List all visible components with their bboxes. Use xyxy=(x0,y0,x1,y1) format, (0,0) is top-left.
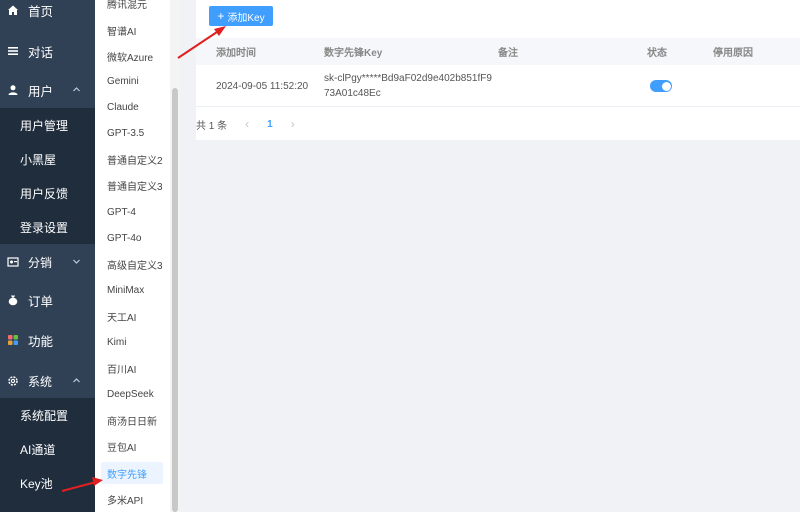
column-header-status: 状态 xyxy=(647,48,667,59)
channel-item-active[interactable]: 数字先锋 xyxy=(101,462,163,484)
apps-icon xyxy=(6,333,20,347)
main-sidebar: 首页 对话 用户 用户管理 小黑屋 用户反馈 登录设置 分销 订单 功能 系统 … xyxy=(0,0,95,512)
sidebar-item-system[interactable]: 系统 xyxy=(0,364,95,398)
add-key-button[interactable]: + 添加Key xyxy=(209,6,273,26)
sidebar-sub-ai-channels[interactable]: AI通道 xyxy=(0,432,95,466)
sidebar-item-home[interactable]: 首页 xyxy=(0,0,95,27)
channel-item[interactable]: 普通自定义3 xyxy=(95,174,165,196)
sidebar-sub-login-settings[interactable]: 登录设置 xyxy=(0,210,95,244)
sidebar-sub-blacklist[interactable]: 小黑屋 xyxy=(0,142,95,176)
sidebar-item-chat[interactable]: 对话 xyxy=(0,34,95,68)
page-number-1[interactable]: 1 xyxy=(267,119,273,130)
menu-icon xyxy=(6,44,20,58)
channel-item[interactable]: 百川AI xyxy=(95,357,165,379)
chevron-up-icon xyxy=(73,378,80,383)
column-header-reason: 停用原因 xyxy=(713,48,753,59)
table-header: 添加时间 数字先锋Key 备注 状态 停用原因 xyxy=(196,38,800,65)
toggle-knob xyxy=(661,81,671,91)
channel-item[interactable]: 高级自定义3 xyxy=(95,253,165,275)
channel-scrollbar-thumb[interactable] xyxy=(172,88,178,512)
channel-item[interactable]: 天工AI xyxy=(95,305,165,327)
channel-item[interactable]: 微软Azure xyxy=(95,45,165,67)
pagination: 共 1 条 ‹ 1 › xyxy=(196,110,295,138)
channel-item[interactable]: 豆包AI xyxy=(95,435,165,457)
sidebar-sub-user-management[interactable]: 用户管理 xyxy=(0,108,95,142)
cell-time: 2024-09-05 11:52:20 xyxy=(216,80,309,92)
moneybag-icon xyxy=(6,293,20,307)
plus-icon: + xyxy=(217,9,225,23)
sidebar-sub-system-config[interactable]: 系统配置 xyxy=(0,398,95,432)
sidebar-item-label: 分销 xyxy=(28,255,53,270)
sidebar-item-label: 对话 xyxy=(28,45,54,60)
user-icon xyxy=(6,83,20,97)
column-header-time: 添加时间 xyxy=(216,48,256,59)
channel-item[interactable]: MiniMax xyxy=(95,279,165,301)
sidebar-item-label: 功能 xyxy=(28,334,54,349)
prev-page-button[interactable]: ‹ xyxy=(245,117,249,131)
pagination-total: 共 1 条 xyxy=(196,120,228,132)
home-icon xyxy=(6,3,20,17)
chevron-down-icon xyxy=(73,259,80,264)
next-page-button[interactable]: › xyxy=(291,117,295,131)
cell-key: sk-clPgy*****Bd9aF02d9e402b851fF973A01c4… xyxy=(324,65,494,107)
sidebar-item-users[interactable]: 用户 xyxy=(0,73,95,107)
key-value: sk-clPgy*****Bd9aF02d9e402b851fF973A01c4… xyxy=(324,73,492,99)
channel-item[interactable]: DeepSeek xyxy=(95,383,165,405)
channel-item[interactable]: 商汤日日新 xyxy=(95,409,165,431)
column-header-remark: 备注 xyxy=(498,48,518,59)
sidebar-item-label: 首页 xyxy=(28,4,54,19)
channel-item[interactable]: Claude xyxy=(95,96,165,118)
sidebar-item-label: 系统 xyxy=(28,374,53,389)
channel-item[interactable]: 智谱AI xyxy=(95,19,165,41)
sidebar-sub-key-pool[interactable]: Key池 xyxy=(0,466,95,500)
status-toggle[interactable] xyxy=(650,80,672,92)
gear-icon xyxy=(6,374,20,388)
sidebar-item-features[interactable]: 功能 xyxy=(0,323,95,357)
channel-item[interactable]: GPT-3.5 xyxy=(95,122,165,144)
share-icon xyxy=(6,255,20,269)
table-row: 2024-09-05 11:52:20 sk-clPgy*****Bd9aF02… xyxy=(196,65,800,107)
channel-item[interactable]: GPT-4o xyxy=(95,227,165,249)
channel-item[interactable]: GPT-4 xyxy=(95,201,165,223)
channel-list: 腾讯混元 智谱AI 微软Azure Gemini Claude GPT-3.5 … xyxy=(95,0,175,512)
channel-item[interactable]: 腾讯混元 xyxy=(95,0,165,14)
channel-item[interactable]: Kimi xyxy=(95,331,165,353)
add-key-label: 添加Key xyxy=(227,12,265,24)
sidebar-sub-feedback[interactable]: 用户反馈 xyxy=(0,176,95,210)
chevron-up-icon xyxy=(73,87,80,92)
sidebar-item-label: 用户 xyxy=(28,84,54,99)
sidebar-item-distribution[interactable]: 分销 xyxy=(0,245,95,279)
channel-item[interactable]: Gemini xyxy=(95,70,165,92)
channel-item[interactable]: 普通自定义2 xyxy=(95,148,165,170)
column-header-key: 数字先锋Key xyxy=(324,48,383,59)
sidebar-item-orders[interactable]: 订单 xyxy=(0,283,95,317)
channel-item[interactable]: 多米API xyxy=(95,488,165,510)
sidebar-item-label: 订单 xyxy=(28,294,54,309)
main-content: + 添加Key 添加时间 数字先锋Key 备注 状态 停用原因 2024-09-… xyxy=(180,0,800,512)
